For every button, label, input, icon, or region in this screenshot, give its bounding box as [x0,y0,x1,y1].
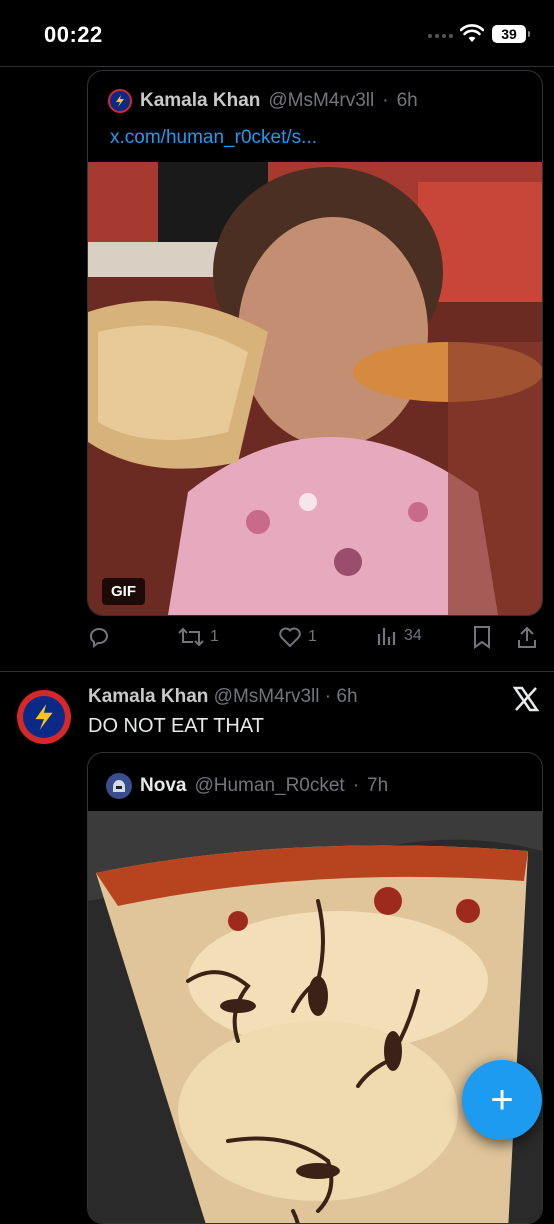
views-button[interactable]: 34 [376,625,422,647]
separator-dot: · [352,775,360,796]
user-avatar[interactable] [17,690,71,744]
like-button[interactable]: 1 [278,625,317,649]
like-count: 1 [308,628,317,645]
user-name[interactable]: Kamala Khan [88,686,208,707]
quoted-tweet-header: Kamala Khan @MsM4rv3ll · 6h [108,89,418,113]
bookmark-icon [474,626,490,649]
gif-badge: GIF [102,578,145,605]
retweet-count: 1 [210,628,219,645]
wifi-icon [460,24,484,42]
retweet-icon [178,627,204,647]
tweet-time: 7h [367,775,389,796]
separator-dot: · [382,90,389,111]
pizza-image [88,811,542,1223]
image-media[interactable] [88,811,542,1223]
user-handle: @MsM4rv3ll [213,686,320,707]
signal-icon [428,34,453,38]
user-name[interactable]: Kamala Khan [140,90,260,112]
lightning-icon [116,95,124,107]
divider [0,671,554,672]
reply-icon [90,628,108,648]
quoted-tweet-header: Nova @Human_R0cket · 7h [106,773,388,799]
user-avatar[interactable] [106,773,132,799]
quoted-tweet-card[interactable]: Nova @Human_R0cket · 7h [87,752,543,1224]
helmet-icon [113,780,125,792]
x-logo-icon [512,686,540,719]
tweet-header: Kamala Khan @MsM4rv3ll · 6h [88,686,358,708]
share-button[interactable] [516,625,538,649]
retweet-button[interactable]: 1 [178,625,219,649]
views-icon [377,628,396,645]
tweet-link[interactable]: x.com/human_r0cket/s... [110,127,317,149]
status-time: 00:22 [44,22,103,47]
gif-image [88,162,542,615]
reply-button[interactable] [88,625,112,649]
share-icon [518,626,536,648]
compose-button[interactable]: + [462,1060,542,1140]
bookmark-button[interactable] [472,625,492,649]
user-avatar[interactable] [108,89,132,113]
heart-icon [279,627,301,648]
view-count: 34 [404,627,422,644]
battery-indicator: 39 [492,25,530,43]
status-bar: 00:22 39 [0,0,554,66]
user-name[interactable]: Nova [140,775,186,797]
plus-icon: + [490,1078,514,1122]
tweet-text: DO NOT EAT THAT [88,715,264,737]
quoted-tweet-card[interactable]: Kamala Khan @MsM4rv3ll · 6h x.com/human_… [87,70,543,616]
user-handle: @MsM4rv3ll [268,90,375,111]
gif-media[interactable]: GIF [88,162,542,615]
separator-dot: · [319,686,337,707]
user-handle: @Human_R0cket [194,775,345,796]
lightning-icon [35,704,53,730]
divider [0,66,554,67]
tweet-time: 6h [336,686,358,707]
avatar-inner [23,696,65,738]
tweet-action-bar: 1 1 34 [88,625,542,653]
tweet-time: 6h [396,90,418,111]
